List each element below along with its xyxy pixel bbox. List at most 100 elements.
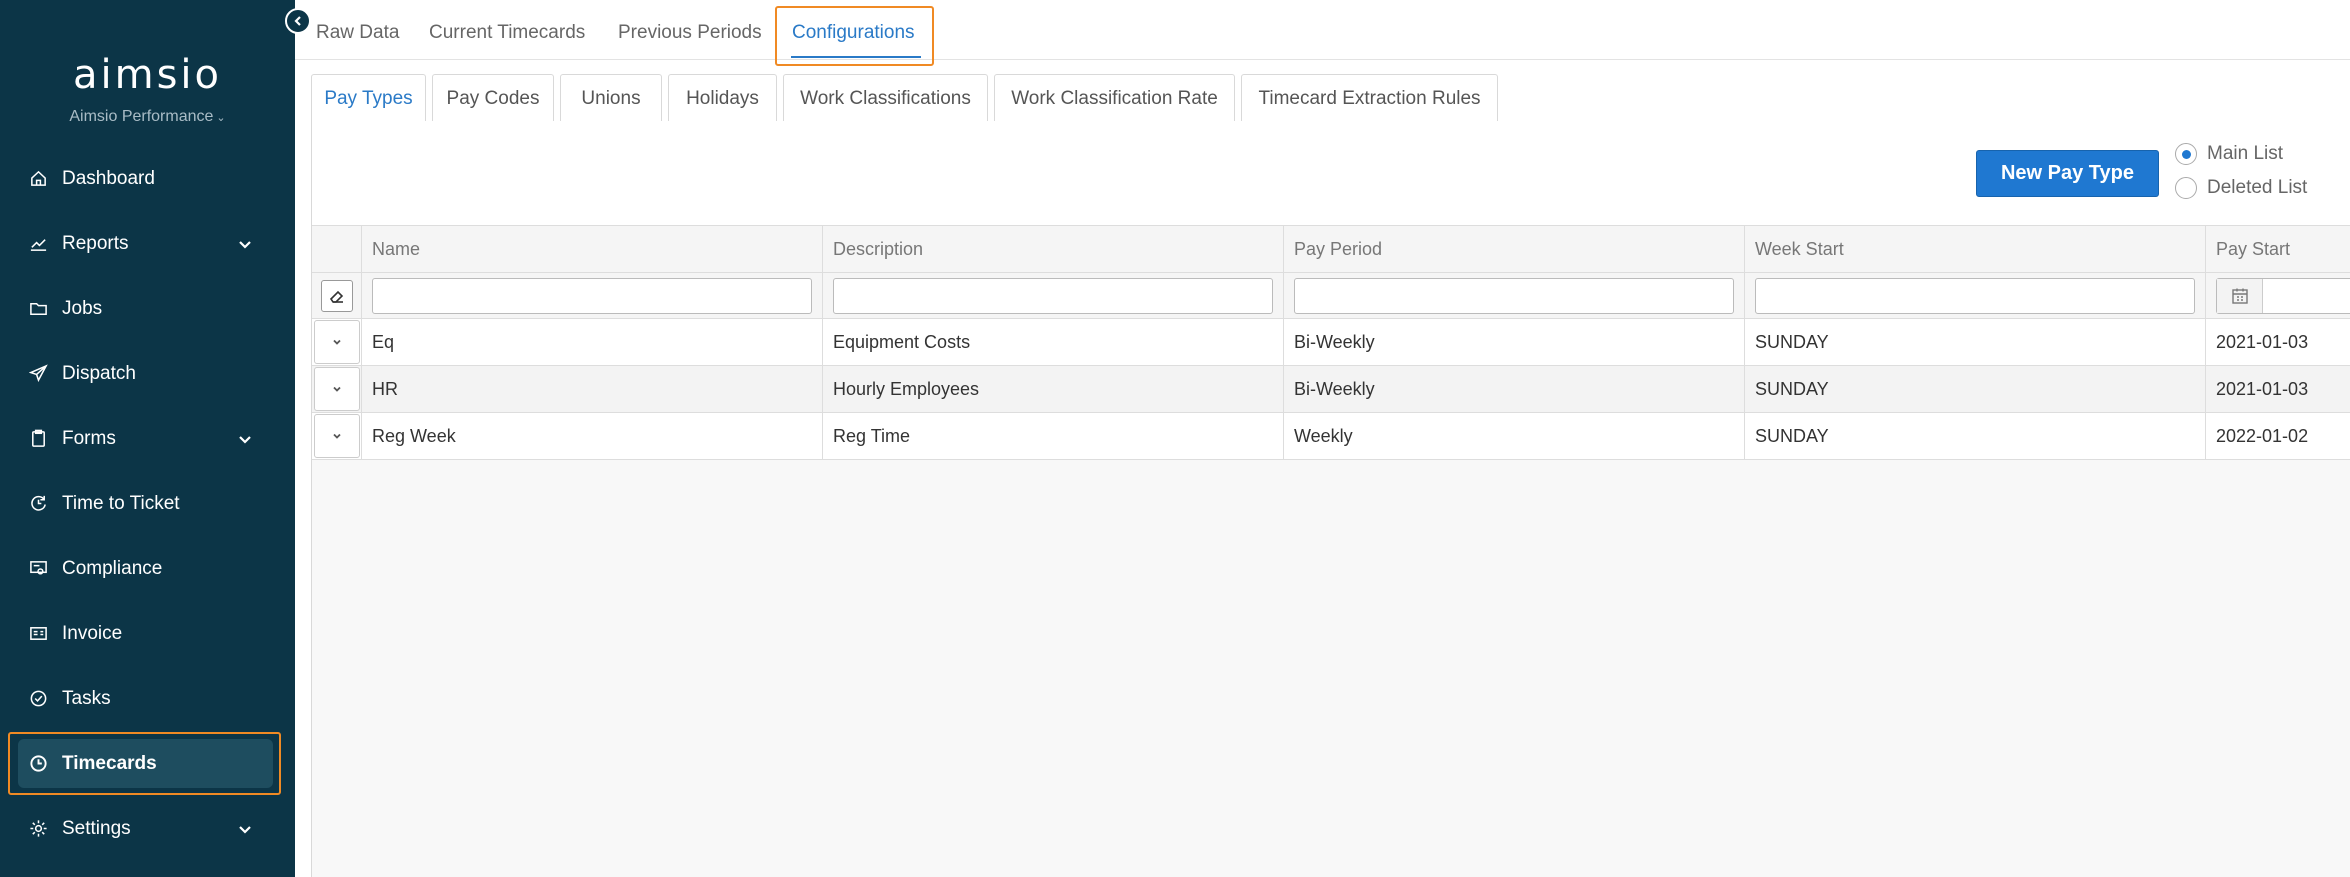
deleted-list-option[interactable]: Deleted List [2175,177,2307,199]
cell-description: Reg Time [823,413,1284,459]
expand-cell [312,413,362,459]
sidebar-item-label: Invoice [62,622,123,644]
sidebar-item-label: Tasks [62,687,111,709]
sidebar-item-label: Dashboard [62,167,155,189]
calendar-icon[interactable] [2217,278,2263,313]
table-row[interactable]: Reg Week Reg Time Weekly SUNDAY 2022-01-… [312,413,2350,460]
filter-spacer [312,273,362,318]
column-header-pay-start[interactable]: Pay Start [2206,226,2350,272]
cell-pay-period: Bi-Weekly [1284,366,1745,412]
sidebar-item-forms[interactable]: Forms [0,406,295,471]
column-header-name[interactable]: Name [362,226,823,272]
sidebar-item-dispatch[interactable]: Dispatch [0,341,295,406]
home-icon [28,169,48,189]
radio-main-list[interactable] [2175,143,2197,165]
chevron-down-icon[interactable] [237,236,253,252]
toolbar: New Pay Type Main List Deleted List [312,121,2350,225]
check-circle-icon [28,689,48,709]
invoice-icon [28,624,48,644]
week-start-filter-input[interactable] [1755,277,2195,314]
chevron-down-icon [332,339,341,345]
subtab-unions[interactable]: Unions [560,74,662,122]
sidebar-item-settings[interactable]: Settings [0,796,295,861]
column-header-description[interactable]: Description [823,226,1284,272]
tab-current-timecards[interactable]: Current Timecards [429,22,585,44]
sidebar-item-label: Dispatch [62,362,136,384]
radio-label: Main List [2207,143,2284,164]
radio-deleted-list[interactable] [2175,177,2197,199]
sidebar-item-timecards[interactable]: Timecards [0,731,295,796]
filter-cell [362,273,823,318]
cell-name: Reg Week [362,413,823,459]
cell-week-start: SUNDAY [1745,319,2206,365]
send-icon [28,364,48,384]
subtab-pay-codes[interactable]: Pay Codes [432,74,554,122]
header-spacer [312,226,362,272]
top-tab-bar: Raw Data Current Timecards Previous Peri… [295,0,2350,66]
sidebar-item-jobs[interactable]: Jobs [0,276,295,341]
subtab-holidays[interactable]: Holidays [668,74,777,122]
chevron-left-icon [294,16,301,26]
filter-row [312,273,2350,319]
chevron-down-icon[interactable] [237,821,253,837]
cell-pay-period: Weekly [1284,413,1745,459]
chart-icon [28,234,48,254]
sidebar-item-label: Forms [62,427,116,449]
table-row[interactable]: Eq Equipment Costs Bi-Weekly SUNDAY 2021… [312,319,2350,366]
pay-period-filter-input[interactable] [1294,277,1734,314]
sidebar-item-label: Reports [62,232,129,254]
expand-row-button[interactable] [313,367,360,411]
brand-logo[interactable]: aimsio [0,52,295,98]
expand-row-button[interactable] [313,414,360,458]
cell-name: HR [362,366,823,412]
sidebar-item-dashboard[interactable]: Dashboard [0,146,295,211]
clock-icon [28,754,48,774]
subtab-work-classifications[interactable]: Work Classifications [783,74,988,122]
sidebar-item-label: Settings [62,817,131,839]
main-content: Raw Data Current Timecards Previous Peri… [295,0,2350,877]
cell-pay-start: 2021-01-03 [2206,319,2350,365]
cell-name: Eq [362,319,823,365]
eraser-icon [329,290,343,303]
cell-pay-start: 2021-01-03 [2206,366,2350,412]
new-pay-type-button[interactable]: New Pay Type [1976,150,2159,197]
grid-header: Name Description Pay Period Week Start P… [312,225,2350,273]
clear-filters-button[interactable] [320,279,353,312]
pay-types-panel: New Pay Type Main List Deleted List Name… [311,121,2350,877]
filter-cell [1745,273,2206,318]
certificate-icon [28,559,48,579]
sidebar-nav: Dashboard Reports Jobs Dispatch Forms Ti… [0,146,295,861]
sidebar-item-time-to-ticket[interactable]: Time to Ticket [0,471,295,536]
sidebar-item-invoice[interactable]: Invoice [0,601,295,666]
cell-pay-period: Bi-Weekly [1284,319,1745,365]
column-header-week-start[interactable]: Week Start [1745,226,2206,272]
chevron-down-icon: ⌄ [216,112,226,124]
description-filter-input[interactable] [833,277,1273,314]
main-list-option[interactable]: Main List [2175,143,2283,165]
tab-previous-periods[interactable]: Previous Periods [618,22,762,44]
sidebar-item-tasks[interactable]: Tasks [0,666,295,731]
subtab-timecard-extraction-rules[interactable]: Timecard Extraction Rules [1241,74,1498,122]
filter-cell [1284,273,1745,318]
subtab-pay-types[interactable]: Pay Types [311,74,426,123]
sidebar-item-compliance[interactable]: Compliance [0,536,295,601]
chevron-down-icon [332,433,341,439]
subtab-work-classification-rate[interactable]: Work Classification Rate [994,74,1235,122]
collapse-sidebar-button[interactable] [285,8,311,34]
workspace-switcher[interactable]: Aimsio Performance ⌄ [0,108,295,126]
refresh-clock-icon [28,494,48,514]
cell-week-start: SUNDAY [1745,366,2206,412]
chevron-down-icon[interactable] [237,431,253,447]
column-header-pay-period[interactable]: Pay Period [1284,226,1745,272]
gear-icon [28,819,48,839]
sidebar-item-reports[interactable]: Reports [0,211,295,276]
name-filter-input[interactable] [372,277,812,314]
filter-cell [823,273,1284,318]
pay-start-filter-input[interactable] [2216,277,2350,314]
folder-icon [28,299,48,319]
tab-raw-data[interactable]: Raw Data [316,22,399,44]
table-row[interactable]: HR Hourly Employees Bi-Weekly SUNDAY 202… [312,366,2350,413]
sidebar-item-label: Compliance [62,557,163,579]
cell-description: Equipment Costs [823,319,1284,365]
expand-row-button[interactable] [313,320,360,364]
